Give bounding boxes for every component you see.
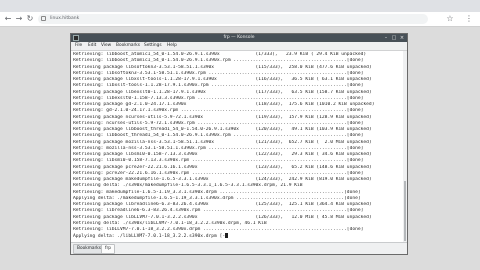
menu-help[interactable]: Help — [167, 42, 177, 50]
terminal-line: Retrieving package mozilla-nss-3.53.1-58… — [73, 139, 372, 145]
minimize-button[interactable]: – — [383, 35, 389, 41]
konsole-window: frp — Konsole – □ × File Edit View Bookm… — [70, 33, 408, 255]
terminal-line: Retrieving: libxslt-tools-1.1.28-17.9.1.… — [73, 83, 364, 89]
browser-toolbar: ← → ↻ linux.hitbank ☆ ⋮ — [0, 12, 480, 27]
browser-tab-strip — [0, 0, 480, 12]
terminal-line: Retrieving: libreadline6-6.3-83.26.4.s39… — [73, 208, 364, 214]
address-bar[interactable]: linux.hitbank — [38, 14, 428, 24]
reload-icon[interactable]: ↻ — [25, 13, 35, 24]
browser-menu-icon[interactable]: ⋮ — [464, 13, 474, 24]
terminal-scrollbar[interactable] — [403, 51, 407, 243]
terminal-line: Retrieving: libboost_thread1_54_0-1.54.0… — [73, 133, 364, 139]
close-button[interactable]: × — [399, 35, 405, 41]
terminal-line: Retrieving: makedumpfile-1.6.5-1.19_3.3.… — [73, 189, 361, 195]
window-titlebar[interactable]: frp — Konsole – □ × — [71, 34, 407, 42]
bookmark-star-icon[interactable]: ☆ — [445, 13, 455, 24]
terminal-line: Retrieving package pcre2er-22.21.6.16.1.… — [73, 164, 372, 170]
terminal-line: Retrieving: libboost_atomic1_54_0-1.54.0… — [73, 58, 364, 64]
terminal-line: Retrieving package libexslt0-1.1.28-17.9… — [73, 89, 372, 95]
address-text: linux.hitbank — [50, 16, 80, 21]
lock-icon — [41, 16, 46, 21]
text-cursor — [225, 233, 229, 239]
forward-icon[interactable]: → — [14, 13, 24, 24]
window-title: frp — Konsole — [223, 35, 255, 40]
terminal-line: Retrieving: gd-2.1.0-24.17.1.s390x.rpm .… — [73, 108, 364, 114]
terminal-line: Retrieving package libLLVM7-7.0.1-3.2.2.… — [73, 214, 372, 220]
terminal-output: Retrieving: libboost_atomic1_54_0-1.54.0… — [73, 52, 405, 240]
scrollbar-thumb[interactable] — [404, 181, 406, 241]
terminal-line: Retrieving package libsoftokn3-3.53.1-58… — [73, 64, 372, 70]
terminal-line: Retrieving package ncurses-utils-5.9-72.… — [73, 114, 372, 120]
menu-bookmarks[interactable]: Bookmarks — [116, 42, 140, 50]
back-icon[interactable]: ← — [3, 13, 13, 24]
terminal-area[interactable]: Retrieving: libboost_atomic1_54_0-1.54.0… — [71, 51, 407, 243]
menu-view[interactable]: View — [101, 42, 111, 50]
menu-edit[interactable]: Edit — [88, 42, 96, 50]
menu-file[interactable]: File — [75, 42, 82, 50]
maximize-button[interactable]: □ — [391, 35, 397, 41]
menubar: File Edit View Bookmarks Settings Help — [71, 42, 407, 51]
tab-frp[interactable]: frp — [101, 244, 116, 254]
tab-bar: Bookmarks frp — [71, 242, 407, 254]
menu-settings[interactable]: Settings — [144, 42, 162, 50]
terminal-line: Applying delta: ./libLLVM7-7.0.1-18_3.2.… — [73, 233, 405, 239]
terminal-line: Retrieving: libsmi0-0.158-7.13.3.s390x.r… — [73, 158, 364, 164]
